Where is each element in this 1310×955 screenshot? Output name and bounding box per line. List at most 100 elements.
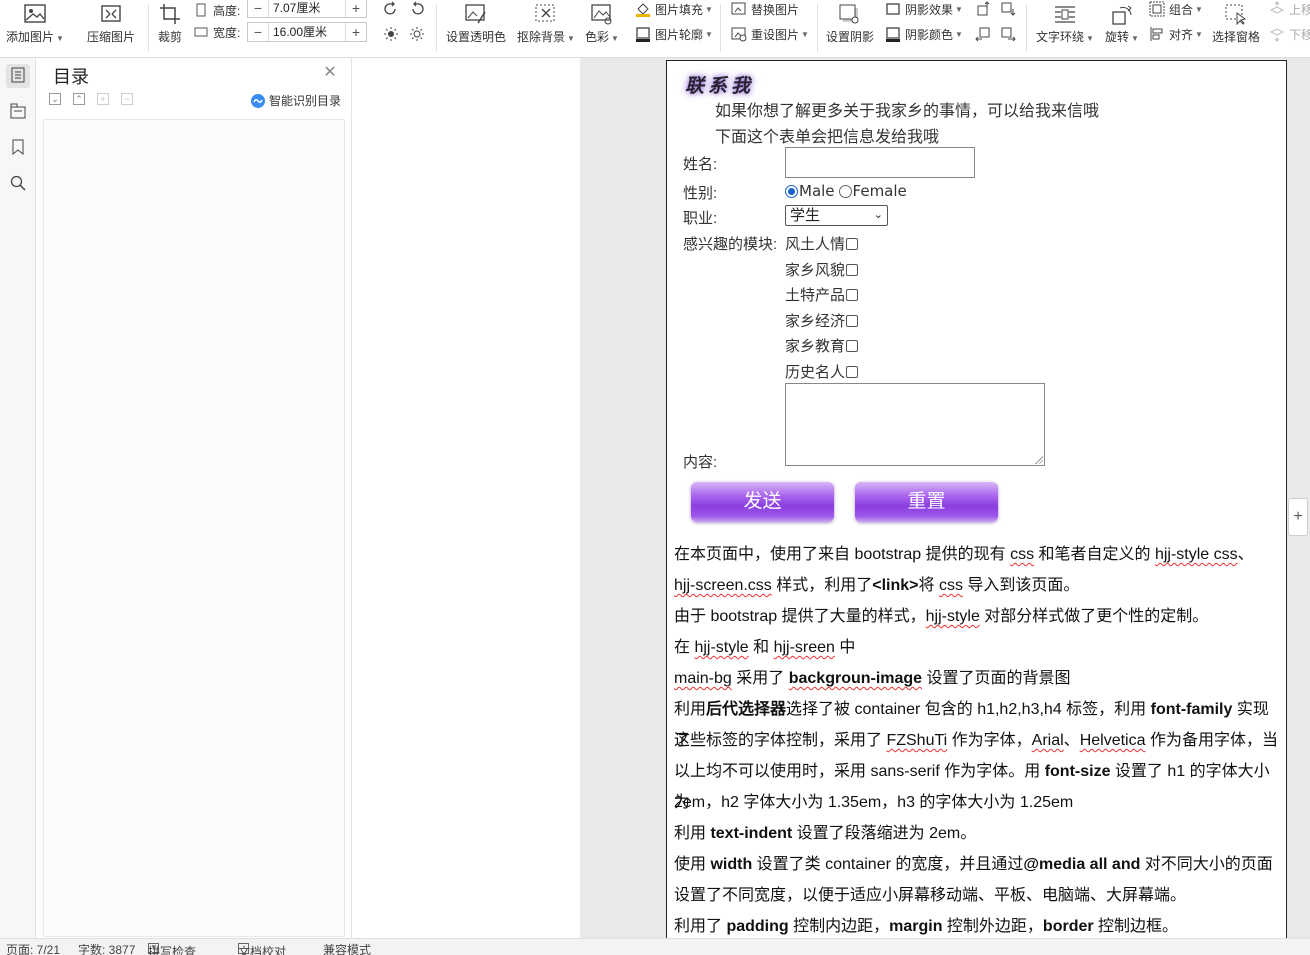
female-radio[interactable] [838,184,852,198]
brightness-icon [382,25,400,43]
image-fill-button[interactable]: 图片填充 ▼ [634,0,713,19]
selection-pane-button[interactable]: 选择窗格 [1212,0,1260,56]
selection-pane-icon [1222,0,1250,28]
height-value[interactable]: 7.07厘米 [268,0,346,17]
smart-recognize-icon [250,93,266,109]
document-margin-area [353,58,580,938]
paragraph: 由于 bootstrap 提供了大量的样式，hjj-style 对部分样式做了更… [674,608,1209,625]
crop-button[interactable]: 裁剪 [156,0,184,56]
ribbon-separator [148,4,149,52]
move-up-button[interactable]: 上移 [1268,0,1310,19]
interest-checkbox[interactable] [846,237,859,250]
navigation-strip [0,58,36,938]
close-icon[interactable]: ✕ [322,65,338,81]
page-indicator[interactable]: 页面: 7/21 [6,941,60,955]
height-increase-button[interactable]: + [346,0,366,17]
contrast-button[interactable] [408,24,429,44]
search-icon [10,175,26,194]
width-increase-button[interactable]: + [346,23,366,41]
content-textarea[interactable] [785,383,1045,466]
shadow-up-button[interactable] [974,0,995,19]
reset-image-icon [730,25,748,43]
width-icon [192,23,210,41]
interest-checkbox[interactable] [846,314,859,327]
height-decrease-button[interactable]: − [248,0,268,17]
shadow-down-button[interactable] [999,0,1020,19]
width-value[interactable]: 16.00厘米 [268,23,346,41]
replace-image-button[interactable]: 替换图片 [730,0,799,19]
reset-button[interactable]: 重置 [855,482,998,522]
set-transparent-button[interactable]: 设置透明色 [446,0,506,56]
group-button[interactable]: 组合 ▼ [1148,0,1203,19]
shadow-down-icon [999,0,1017,18]
add-heading-icon[interactable]: + [97,93,109,105]
male-radio[interactable] [785,184,798,198]
brightness-button[interactable] [382,24,403,44]
shadow-color-button[interactable]: 阴影颜色 ▼ [884,24,963,44]
interest-checkbox[interactable] [846,263,859,276]
status-bar: 页面: 7/21 字数: 3877 拼写检查 ▼ 文档校对 兼容模式 [0,938,1310,955]
bookmark-nav-button[interactable] [6,136,30,160]
rotate-right-button[interactable] [408,0,429,19]
rotate-button[interactable]: 旋转 ▼ [1105,0,1139,56]
color-icon [588,0,616,28]
expand-all-icon[interactable]: ⌃ [73,93,85,105]
remove-heading-icon[interactable]: − [121,93,133,105]
interest-item: 家乡风貌 [785,259,859,280]
document-page[interactable]: 联系我 如果你想了解更多关于我家乡的事情，可以给我来信哦 下面这个表单会把信息发… [666,60,1287,938]
shadow-right-button[interactable] [999,24,1020,44]
shadow-up-icon [974,0,992,18]
resize-grip-icon[interactable] [1034,455,1043,464]
shadow-left-icon [974,25,992,43]
content-label: 内容: [683,454,718,471]
paragraph: main-bg 采用了 backgroun-image 设置了页面的背景图 [674,670,1071,687]
interest-item: 家乡经济 [785,310,859,331]
collapse-all-icon[interactable]: ⌄ [49,93,61,105]
shadow-left-button[interactable] [974,24,995,44]
align-button[interactable]: 对齐 ▼ [1148,24,1203,44]
chapter-nav-button[interactable] [6,100,30,124]
search-nav-button[interactable] [6,172,30,196]
add-image-icon [21,0,49,28]
send-button[interactable]: 发送 [691,482,834,522]
set-shadow-button[interactable]: 设置阴影 [826,0,874,56]
paragraph: 这些标签的字体控制，采用了 FZShuTi 作为字体，Arial、Helveti… [674,732,1278,749]
compat-mode-label: 兼容模式 [323,943,372,955]
color-button[interactable]: 色彩 ▼ [585,0,619,56]
compress-image-button[interactable]: 压缩图片 [87,0,135,56]
ribbon-separator [720,4,721,52]
expand-sidebar-button[interactable]: + [1288,498,1308,536]
job-select[interactable]: 学生 ⌄ [785,205,888,226]
female-label: Female [852,182,907,200]
word-count[interactable]: 字数: 3877 [78,941,135,955]
smart-recognize-toc-button[interactable]: 智能识别目录 [250,92,341,109]
width-stepper[interactable]: − 16.00厘米 + [247,22,367,42]
outline-icon [634,25,652,43]
image-outline-button[interactable]: 图片轮廓 ▼ [634,24,713,44]
toc-panel: 目录 ✕ ⌄ ⌃ + − 智能识别目录 [36,58,352,938]
height-stepper[interactable]: − 7.07厘米 + [247,0,367,18]
add-image-button[interactable]: 添加图片 ▼ [6,0,64,56]
toc-nav-button[interactable] [6,64,30,88]
reset-image-button[interactable]: 重设图片 ▼ [730,24,809,44]
move-down-button[interactable]: 下移 [1268,24,1310,44]
ribbon-separator [1026,4,1027,52]
ribbon-separator [817,4,818,52]
paragraph: 在本页面中，使用了来自 bootstrap 提供的现有 css 和笔者自定义的 … [674,546,1254,563]
rotate-icon [1108,0,1136,28]
name-input[interactable] [785,147,975,178]
text-wrap-button[interactable]: 文字环绕 ▼ [1036,0,1094,56]
interest-checkbox[interactable] [846,365,859,378]
interest-checkbox[interactable] [846,339,859,352]
rotate-left-button[interactable] [382,0,403,19]
width-decrease-button[interactable]: − [248,23,268,41]
shadow-effect-button[interactable]: 阴影效果 ▼ [884,0,963,19]
job-label: 职业: [683,210,718,227]
shadow-effect-icon [884,0,902,18]
interest-checkbox[interactable] [846,288,859,301]
remove-background-button[interactable]: 抠除背景 ▼ [517,0,575,56]
compress-image-icon [97,0,125,28]
intro-line-2: 下面这个表单会把信息发给我哦 [715,129,940,146]
interest-item: 家乡教育 [785,335,859,356]
job-select-value: 学生 [790,207,821,224]
